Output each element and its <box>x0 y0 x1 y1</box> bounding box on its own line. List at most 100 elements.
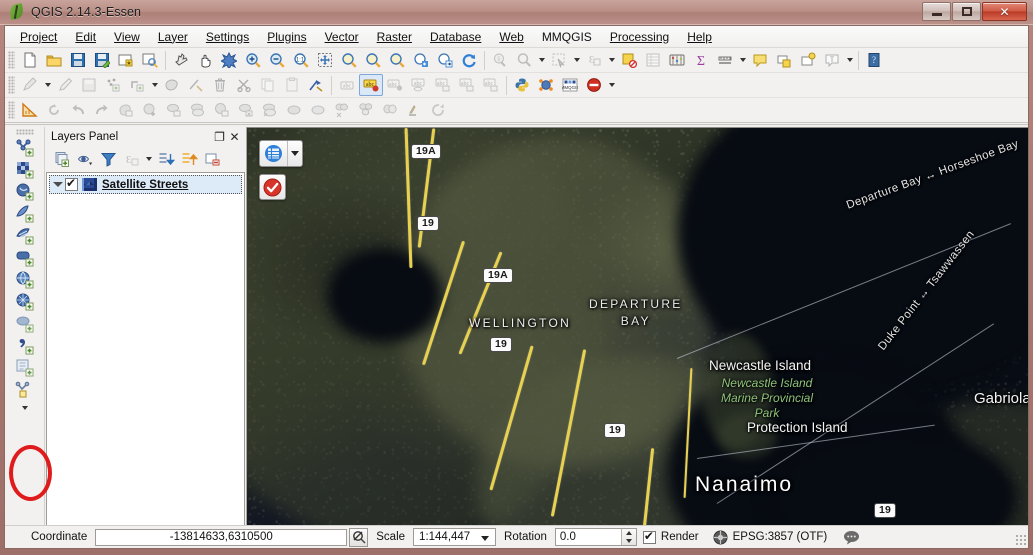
layer-styling-dropdown-icon[interactable] <box>287 141 302 166</box>
split-features-icon[interactable] <box>306 99 330 121</box>
identify-features-icon[interactable]: i <box>488 49 512 71</box>
message-bubble-icon[interactable] <box>843 530 860 545</box>
save-project-as-icon[interactable] <box>90 49 114 71</box>
add-postgis-layer-icon[interactable] <box>12 181 38 203</box>
add-oracle-layer-icon[interactable] <box>12 247 38 269</box>
save-layer-edits-icon[interactable] <box>77 74 101 96</box>
add-vector-layer-icon[interactable] <box>12 137 38 159</box>
menu-mmqgis[interactable]: MMQGIS <box>533 27 601 47</box>
layer-styling-panel-button[interactable] <box>259 140 303 167</box>
stop-render-dropdown-icon[interactable] <box>606 74 617 96</box>
layer-item-satellite-streets[interactable]: Satellite Streets <box>49 175 242 194</box>
toolbar-grip[interactable] <box>8 76 15 94</box>
select-by-expression-icon[interactable] <box>547 49 571 71</box>
zoom-native-icon[interactable]: 1:1 <box>289 49 313 71</box>
coordinate-input[interactable]: -13814633,6310500 <box>95 528 348 546</box>
field-calculator-icon[interactable] <box>665 49 689 71</box>
split-parts-icon[interactable] <box>330 99 354 121</box>
current-edits-icon[interactable] <box>18 74 42 96</box>
rotation-decrement-icon[interactable] <box>622 537 636 545</box>
rotation-increment-icon[interactable] <box>622 529 636 537</box>
scale-combobox[interactable]: 1:144,447 <box>413 528 497 546</box>
pan-map-icon[interactable] <box>193 49 217 71</box>
annotation-dropdown-icon[interactable] <box>844 49 855 71</box>
minimize-button[interactable] <box>922 2 951 21</box>
mmqgis-icon[interactable]: MMQGIS <box>558 74 582 96</box>
map-tip-icon[interactable] <box>748 49 772 71</box>
rotate-feature-icon[interactable] <box>426 99 450 121</box>
add-wfs-layer-icon[interactable] <box>12 313 38 335</box>
map-canvas[interactable]: 19A 19 19A 19 19 19 WELLINGTON DEPARTURE… <box>247 127 1028 527</box>
zoom-next-icon[interactable] <box>433 49 457 71</box>
new-annotation-icon[interactable] <box>772 49 796 71</box>
composer-manager-icon[interactable] <box>138 49 162 71</box>
zoom-full-icon[interactable] <box>313 49 337 71</box>
open-project-icon[interactable] <box>42 49 66 71</box>
reshape-features-icon[interactable] <box>258 99 282 121</box>
menu-processing[interactable]: Processing <box>601 27 678 47</box>
move-annotation-icon[interactable] <box>796 49 820 71</box>
help-icon[interactable]: ? <box>862 49 886 71</box>
crs-globe-icon[interactable] <box>713 530 728 545</box>
zoom-to-layer-icon[interactable] <box>361 49 385 71</box>
add-ring-dropdown-icon[interactable] <box>149 74 160 96</box>
advanced-digitizing-icon[interactable] <box>304 74 328 96</box>
toolbar-grip[interactable] <box>8 51 15 69</box>
menu-edit[interactable]: Edit <box>66 27 105 47</box>
expand-all-icon[interactable] <box>155 148 177 170</box>
rotation-spinbox[interactable]: 0.0 <box>554 528 637 546</box>
save-project-icon[interactable] <box>66 49 90 71</box>
maximize-button[interactable] <box>952 2 981 21</box>
highlight-label-icon[interactable]: abc <box>359 74 383 96</box>
change-label-icon[interactable]: abc <box>479 74 503 96</box>
crs-status-label[interactable]: EPSG:3857 (OTF) <box>733 531 828 543</box>
zoom-to-selection-icon[interactable] <box>337 49 361 71</box>
menu-plugins[interactable]: Plugins <box>258 27 315 47</box>
cut-features-icon[interactable] <box>232 74 256 96</box>
collapse-all-icon[interactable] <box>178 148 200 170</box>
add-delimited-text-layer-icon[interactable] <box>12 335 38 357</box>
undo-rotate-icon[interactable] <box>42 99 66 121</box>
render-checkbox[interactable] <box>642 529 656 544</box>
remove-layer-icon[interactable] <box>201 148 223 170</box>
rotate-point-symbols-icon[interactable] <box>402 99 426 121</box>
simplify-feature-icon[interactable] <box>114 99 138 121</box>
add-part-icon[interactable] <box>138 99 162 121</box>
close-panel-button[interactable]: ✕ <box>227 129 242 144</box>
undo-icon[interactable] <box>66 99 90 121</box>
merge-attributes-icon[interactable] <box>378 99 402 121</box>
zoom-last-icon[interactable] <box>409 49 433 71</box>
zoom-in-icon[interactable] <box>241 49 265 71</box>
delete-ring-icon[interactable] <box>210 99 234 121</box>
menu-database[interactable]: Database <box>421 27 490 47</box>
new-project-icon[interactable] <box>18 49 42 71</box>
pin-labels-icon[interactable]: abc <box>383 74 407 96</box>
open-attribute-table-icon[interactable] <box>641 49 665 71</box>
add-ring-part-icon[interactable] <box>186 99 210 121</box>
measure-line-icon[interactable] <box>713 49 737 71</box>
add-feature-icon[interactable] <box>101 74 125 96</box>
add-spatialite-layer-icon[interactable] <box>12 203 38 225</box>
layer-visibility-checkbox[interactable] <box>65 176 78 191</box>
add-wms-layer-icon[interactable] <box>12 269 38 291</box>
manage-visibility-icon[interactable] <box>74 148 96 170</box>
merge-features-icon[interactable] <box>354 99 378 121</box>
measure-dropdown-icon[interactable] <box>737 49 748 71</box>
close-button[interactable]: ✕ <box>982 2 1027 21</box>
delete-selected-icon[interactable] <box>208 74 232 96</box>
redo-icon[interactable] <box>90 99 114 121</box>
text-annotation-icon[interactable]: T <box>820 49 844 71</box>
menu-settings[interactable]: Settings <box>197 27 258 47</box>
menu-vector[interactable]: Vector <box>316 27 368 47</box>
new-shapefile-layer-icon[interactable] <box>12 357 38 379</box>
rotate-label-icon[interactable]: abc <box>455 74 479 96</box>
touch-zoom-icon[interactable] <box>169 49 193 71</box>
toolbar-grip[interactable] <box>8 101 15 119</box>
coordinate-capture-icon[interactable] <box>349 527 369 547</box>
menu-layer[interactable]: Layer <box>149 27 197 47</box>
new-memory-layer-icon[interactable] <box>12 379 38 401</box>
add-ring-icon[interactable] <box>125 74 149 96</box>
expand-layer-icon[interactable] <box>52 179 64 191</box>
plugin-manager-icon[interactable] <box>534 74 558 96</box>
undock-panel-button[interactable]: ❐ <box>212 129 227 144</box>
